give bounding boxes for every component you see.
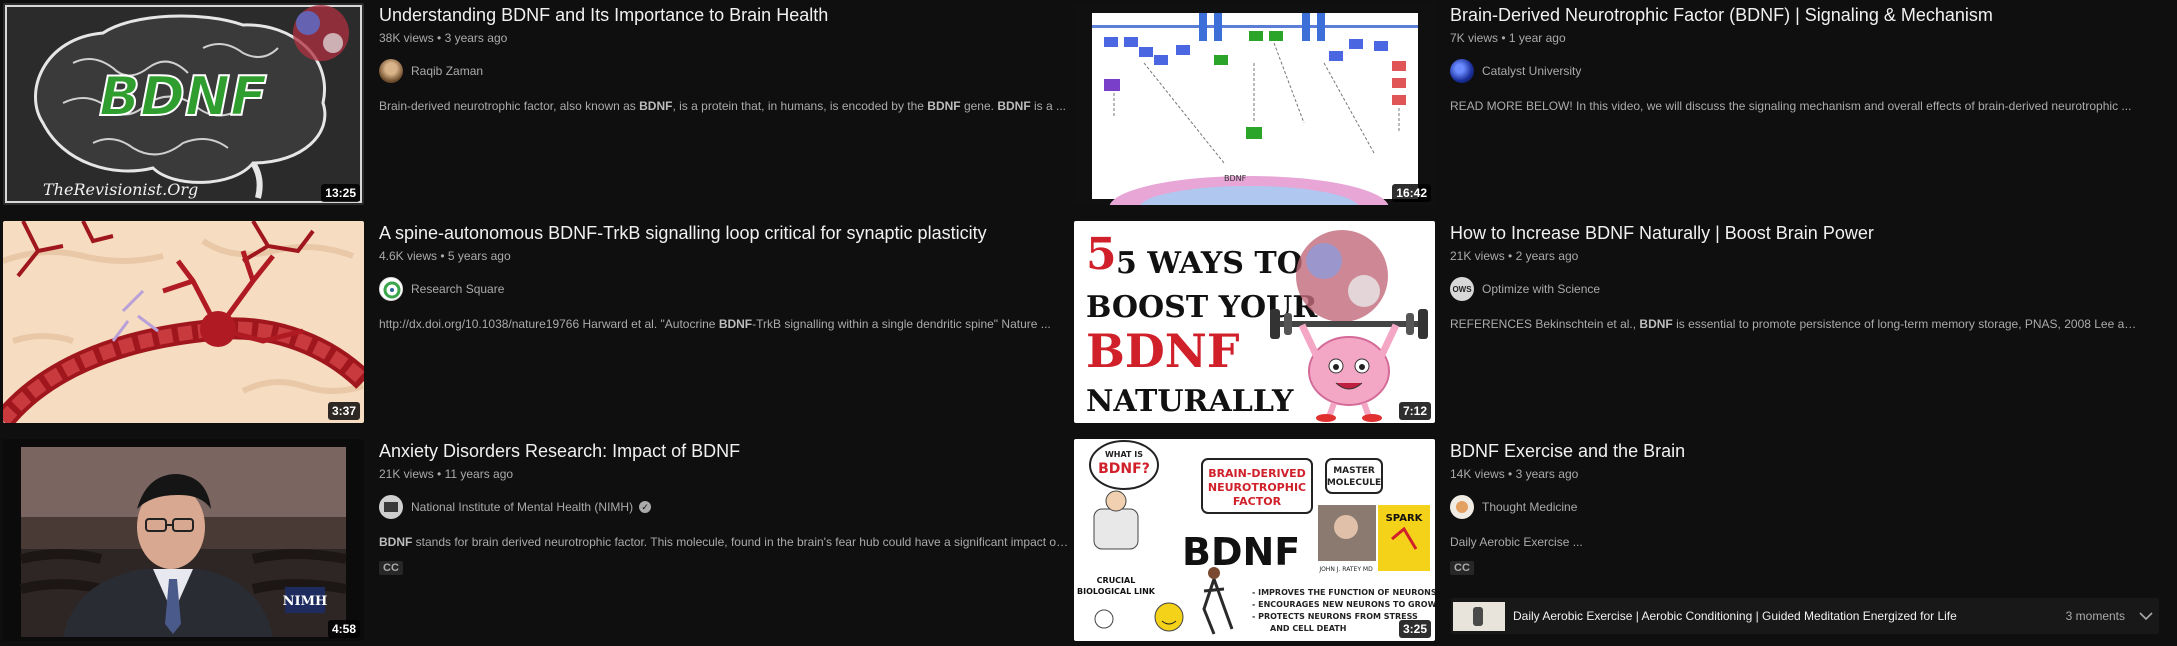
svg-text:BOOST YOUR: BOOST YOUR <box>1086 290 1318 325</box>
video-thumbnail[interactable]: BDNF TheRevisionist.Org 13:25 <box>3 3 364 205</box>
channel-link[interactable]: National Institute of Mental Health (NIM… <box>379 495 1069 519</box>
avatar[interactable] <box>379 277 403 301</box>
boost-bdnf-image: 5 5 WAYS TO BOOST YOUR BDNF NATURALLY <box>1074 221 1435 423</box>
bdnf-exercise-image: WHAT IS BDNF? BRAIN-DERIVED NEUROTROPHIC… <box>1074 439 1435 641</box>
svg-text:NEUROTROPHIC: NEUROTROPHIC <box>1208 481 1306 494</box>
video-thumbnail[interactable]: 5 5 WAYS TO BOOST YOUR BDNF NATURALLY 7:… <box>1074 221 1435 423</box>
svg-text:BRAIN-DERIVED: BRAIN-DERIVED <box>1208 467 1306 480</box>
video-title[interactable]: Anxiety Disorders Research: Impact of BD… <box>379 439 1069 463</box>
svg-text:5: 5 <box>1086 229 1117 280</box>
cc-badge: CC <box>379 561 403 575</box>
video-description: http://dx.doi.org/10.1038/nature19766 Ha… <box>379 317 1051 331</box>
channel-link[interactable]: Catalyst University <box>1450 59 2140 83</box>
avatar[interactable] <box>379 495 403 519</box>
channel-name[interactable]: National Institute of Mental Health (NIM… <box>411 500 633 514</box>
video-meta: 14K views • 3 years ago <box>1450 467 1579 481</box>
video-info: BDNF Exercise and the Brain 14K views • … <box>1450 439 2140 576</box>
video-duration: 4:58 <box>327 620 360 638</box>
channel-link[interactable]: Thought Medicine <box>1450 495 2140 519</box>
svg-text:AND CELL DEATH: AND CELL DEATH <box>1270 624 1346 633</box>
video-thumbnail[interactable]: WHAT IS BDNF? BRAIN-DERIVED NEUROTROPHIC… <box>1074 439 1435 641</box>
svg-text:MOLECULE: MOLECULE <box>1327 478 1381 488</box>
svg-text:SPARK: SPARK <box>1386 513 1424 524</box>
svg-text:WHAT IS: WHAT IS <box>1105 450 1143 459</box>
channel-link[interactable]: Raqib Zaman <box>379 59 1069 83</box>
svg-text:BDNF: BDNF <box>1182 530 1300 574</box>
researcher-interview-image: NIMH <box>3 439 364 641</box>
svg-text:- PROTECTS NEURONS FROM STRESS: - PROTECTS NEURONS FROM STRESS <box>1252 612 1418 621</box>
video-duration: 7:12 <box>1398 402 1431 420</box>
video-thumbnail[interactable]: 3:37 <box>3 221 364 423</box>
brain-chalkboard-image: BDNF TheRevisionist.Org <box>3 3 364 205</box>
channel-link[interactable]: Research Square <box>379 277 1069 301</box>
svg-text:BIOLOGICAL LINK: BIOLOGICAL LINK <box>1077 587 1156 596</box>
video-meta: 21K views • 2 years ago <box>1450 249 1579 263</box>
moment-title[interactable]: Daily Aerobic Exercise | Aerobic Conditi… <box>1513 609 2066 623</box>
svg-text:- IMPROVES THE FUNCTION OF NEU: - IMPROVES THE FUNCTION OF NEURONS <box>1252 588 1435 597</box>
svg-text:BDNF: BDNF <box>1086 324 1240 378</box>
video-thumbnail[interactable]: NIMH 4:58 <box>3 439 364 641</box>
video-description: READ MORE BELOW! In this video, we will … <box>1450 99 2132 113</box>
channel-link[interactable]: OWS Optimize with Science <box>1450 277 2140 301</box>
video-meta: 4.6K views • 5 years ago <box>379 249 511 263</box>
verified-check-icon: ✓ <box>639 501 652 513</box>
avatar[interactable] <box>1450 59 1474 83</box>
video-description: REFERENCES Bekinschtein et al., BDNF is … <box>1450 317 2140 331</box>
video-duration: 16:42 <box>1392 184 1431 202</box>
video-title[interactable]: BDNF Exercise and the Brain <box>1450 439 2140 463</box>
svg-text:CRUCIAL: CRUCIAL <box>1097 576 1136 585</box>
svg-text:- ENCOURAGES NEW NEURONS TO GR: - ENCOURAGES NEW NEURONS TO GROW <box>1252 600 1435 609</box>
video-info: Understanding BDNF and Its Importance to… <box>379 3 1069 115</box>
video-duration: 3:25 <box>1398 620 1431 638</box>
video-info: Brain-Derived Neurotrophic Factor (BDNF)… <box>1450 3 2140 115</box>
svg-text:BDNF?: BDNF? <box>1098 461 1150 477</box>
moment-thumbnail[interactable] <box>1453 601 1505 631</box>
video-title[interactable]: A spine-autonomous BDNF-TrkB signalling … <box>379 221 1069 245</box>
video-duration: 3:37 <box>327 402 360 420</box>
svg-text:FACTOR: FACTOR <box>1233 495 1282 508</box>
moments-count: 3 moments <box>2065 609 2125 623</box>
video-duration: 13:25 <box>321 184 360 202</box>
video-title[interactable]: Brain-Derived Neurotrophic Factor (BDNF)… <box>1450 3 2140 27</box>
channel-name[interactable]: Optimize with Science <box>1482 282 1600 296</box>
chevron-down-icon[interactable] <box>2133 608 2159 624</box>
cc-badge: CC <box>1450 561 1474 575</box>
svg-text:BDNF: BDNF <box>1224 174 1247 183</box>
svg-text:TheRevisionist.Org: TheRevisionist.Org <box>43 180 198 199</box>
video-description: Brain-derived neurotrophic factor, also … <box>379 99 1066 113</box>
video-meta: 7K views • 1 year ago <box>1450 31 1566 45</box>
video-info: How to Increase BDNF Naturally | Boost B… <box>1450 221 2140 333</box>
video-thumbnail[interactable]: BDNF 16:42 <box>1074 3 1435 205</box>
video-description: BDNF stands for brain derived neurotroph… <box>379 535 1069 549</box>
neuron-illustration-image <box>3 221 364 423</box>
svg-text:5 WAYS TO: 5 WAYS TO <box>1116 246 1303 281</box>
svg-text:MASTER: MASTER <box>1333 466 1375 476</box>
svg-text:NIMH: NIMH <box>283 594 328 609</box>
video-info: A spine-autonomous BDNF-TrkB signalling … <box>379 221 1069 333</box>
channel-name[interactable]: Thought Medicine <box>1482 500 1577 514</box>
video-title[interactable]: Understanding BDNF and Its Importance to… <box>379 3 1069 27</box>
svg-text:NATURALLY: NATURALLY <box>1086 384 1294 419</box>
video-description: Daily Aerobic Exercise ... <box>1450 535 1583 549</box>
video-meta: 38K views • 3 years ago <box>379 31 508 45</box>
channel-name[interactable]: Raqib Zaman <box>411 64 483 78</box>
avatar[interactable]: OWS <box>1450 277 1474 301</box>
thumbnail-bdnf-text: BDNF <box>99 65 267 128</box>
signaling-diagram-image: BDNF <box>1074 3 1435 205</box>
video-meta: 21K views • 11 years ago <box>379 467 514 481</box>
avatar[interactable] <box>1450 495 1474 519</box>
video-title[interactable]: How to Increase BDNF Naturally | Boost B… <box>1450 221 2140 245</box>
video-info: Anxiety Disorders Research: Impact of BD… <box>379 439 1069 576</box>
channel-name[interactable]: Research Square <box>411 282 504 296</box>
channel-name[interactable]: Catalyst University <box>1482 64 1581 78</box>
avatar[interactable] <box>379 59 403 83</box>
key-moments-bar[interactable]: Daily Aerobic Exercise | Aerobic Conditi… <box>1451 598 2159 634</box>
svg-text:JOHN J. RATEY MD: JOHN J. RATEY MD <box>1318 566 1373 573</box>
